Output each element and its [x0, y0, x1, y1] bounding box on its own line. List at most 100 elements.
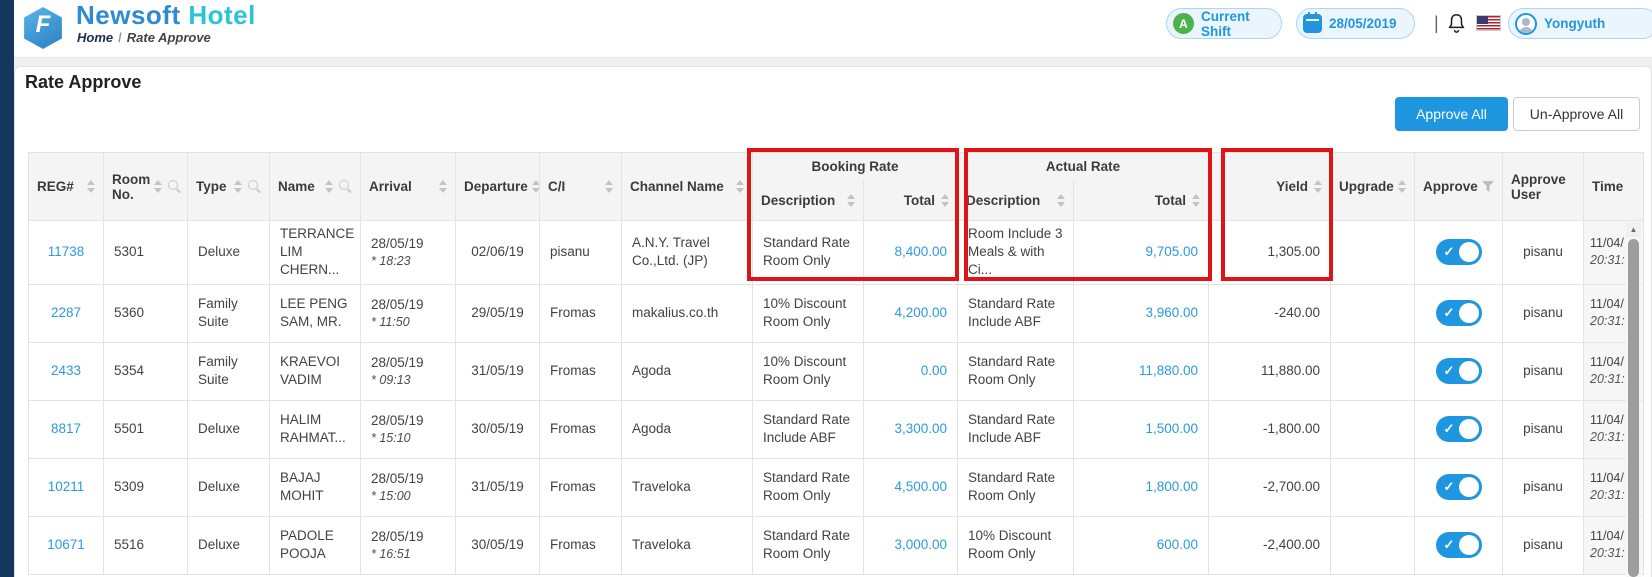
cell-reg: 11738: [29, 221, 104, 285]
cell-room-no: 5354: [104, 342, 188, 400]
col-group-actual-rate: Actual Rate: [958, 153, 1209, 181]
cell-reg: 2433: [29, 342, 104, 400]
col-header-departure[interactable]: Departure: [456, 153, 540, 221]
cell-approve-user: pisanu: [1503, 342, 1584, 400]
vertical-scrollbar[interactable]: ▲: [1626, 222, 1641, 577]
sort-icon: [1057, 194, 1065, 207]
col-header-room[interactable]: Room No.: [104, 153, 188, 221]
reg-link[interactable]: 10211: [48, 479, 85, 494]
cell-approve: ✓: [1415, 284, 1503, 342]
cell-yield: -2,700.00: [1209, 458, 1331, 516]
cell-actual-description: Standard Rate Include ABF: [958, 400, 1074, 458]
sort-icon: [532, 180, 540, 193]
cell-room-no: 5309: [104, 458, 188, 516]
cell-room-no: 5360: [104, 284, 188, 342]
username: Yongyuth: [1544, 16, 1605, 31]
cell-arrival: 28/05/19* 16:51: [361, 516, 456, 574]
scroll-up-arrow-icon[interactable]: ▲: [1626, 222, 1641, 237]
cell-arrival: 28/05/19* 18:23: [361, 221, 456, 285]
col-header-arrival[interactable]: Arrival: [361, 153, 456, 221]
col-header-approve-user: Approve User: [1503, 153, 1584, 221]
col-header-approve[interactable]: Approve: [1415, 153, 1503, 221]
cell-approve: ✓: [1415, 516, 1503, 574]
approve-toggle[interactable]: ✓: [1436, 532, 1482, 558]
cell-booking-total: 0.00: [864, 342, 958, 400]
cell-room-no: 5501: [104, 400, 188, 458]
cell-departure: 29/05/19: [456, 284, 540, 342]
approve-toggle[interactable]: ✓: [1436, 300, 1482, 326]
approve-toggle[interactable]: ✓: [1436, 358, 1482, 384]
approve-all-button[interactable]: Approve All: [1395, 97, 1508, 131]
scrollbar-thumb[interactable]: [1628, 239, 1639, 577]
col-header-channel[interactable]: Channel Name: [622, 153, 753, 221]
cell-actual-description: Standard Rate Room Only: [958, 342, 1074, 400]
col-header-type[interactable]: Type: [188, 153, 270, 221]
col-header-actual-total[interactable]: Total: [1074, 181, 1209, 221]
current-shift-button[interactable]: A Current Shift: [1166, 8, 1282, 39]
approve-toggle[interactable]: ✓: [1436, 239, 1482, 265]
reg-link[interactable]: 2433: [51, 363, 81, 378]
approve-toggle[interactable]: ✓: [1436, 416, 1482, 442]
cell-ci: Fromas: [540, 516, 622, 574]
col-header-upgrade[interactable]: Upgrade: [1331, 153, 1415, 221]
sort-icon: [736, 180, 744, 193]
cell-approve-user: pisanu: [1503, 516, 1584, 574]
unapprove-all-button[interactable]: Un-Approve All: [1513, 97, 1640, 131]
col-header-ci[interactable]: C/I: [540, 153, 622, 221]
shift-badge-icon: A: [1173, 13, 1194, 34]
toggle-knob: [1459, 535, 1479, 555]
app-logo[interactable]: F: [22, 7, 64, 49]
top-header: F Newsoft Hotel Home/Rate Approve A Curr…: [14, 0, 1652, 58]
sort-icon: [439, 180, 447, 193]
toggle-knob: [1459, 361, 1479, 381]
cell-departure: 31/05/19: [456, 458, 540, 516]
cell-booking-description: Standard Rate Room Only: [753, 516, 864, 574]
sort-icon: [847, 194, 855, 207]
cell-ci: Fromas: [540, 342, 622, 400]
cell-name: KRAEVOI VADIM: [270, 342, 361, 400]
check-icon: ✓: [1444, 362, 1455, 380]
user-menu-button[interactable]: Yongyuth: [1508, 8, 1652, 39]
business-date-button[interactable]: 28/05/2019: [1296, 8, 1415, 39]
col-header-name[interactable]: Name: [270, 153, 361, 221]
col-header-reg[interactable]: REG#: [29, 153, 104, 221]
col-header-time: Time: [1584, 153, 1644, 221]
col-header-actual-description[interactable]: Description: [958, 181, 1074, 221]
cell-channel-name: makalius.co.th: [622, 284, 753, 342]
col-group-booking-rate: Booking Rate: [753, 153, 958, 181]
cell-booking-description: Standard Rate Room Only: [753, 221, 864, 285]
cell-actual-total: 11,880.00: [1074, 342, 1209, 400]
cell-reg: 10211: [29, 458, 104, 516]
filter-icon: [1482, 181, 1494, 192]
toggle-knob: [1459, 477, 1479, 497]
header-separator: |: [1434, 13, 1439, 34]
col-header-yield[interactable]: Yield: [1209, 153, 1331, 221]
cell-approve: ✓: [1415, 342, 1503, 400]
cell-departure: 31/05/19: [456, 342, 540, 400]
cell-yield: 11,880.00: [1209, 342, 1331, 400]
reg-link[interactable]: 10671: [47, 537, 85, 552]
cell-type: Deluxe: [188, 458, 270, 516]
col-header-booking-description[interactable]: Description: [753, 181, 864, 221]
check-icon: ✓: [1444, 478, 1455, 496]
sort-icon: [1192, 194, 1200, 207]
reg-link[interactable]: 11738: [48, 244, 85, 259]
cell-yield: 1,305.00: [1209, 221, 1331, 285]
notifications-bell-icon[interactable]: [1446, 12, 1467, 40]
sort-icon: [941, 194, 949, 207]
cell-departure: 02/06/19: [456, 221, 540, 285]
cell-booking-total: 3,300.00: [864, 400, 958, 458]
cell-arrival: 28/05/19* 15:10: [361, 400, 456, 458]
col-header-booking-total[interactable]: Total: [864, 181, 958, 221]
cell-room-no: 5516: [104, 516, 188, 574]
logo-letter: F: [22, 11, 64, 39]
reg-link[interactable]: 8817: [51, 421, 81, 436]
cell-booking-total: 4,200.00: [864, 284, 958, 342]
reg-link[interactable]: 2287: [51, 305, 81, 320]
sort-icon: [87, 180, 95, 193]
cell-booking-description: 10% Discount Room Only: [753, 284, 864, 342]
cell-yield: -1,800.00: [1209, 400, 1331, 458]
approve-toggle[interactable]: ✓: [1436, 474, 1482, 500]
language-flag-us-icon[interactable]: [1476, 15, 1501, 31]
breadcrumb-home[interactable]: Home: [77, 30, 113, 45]
